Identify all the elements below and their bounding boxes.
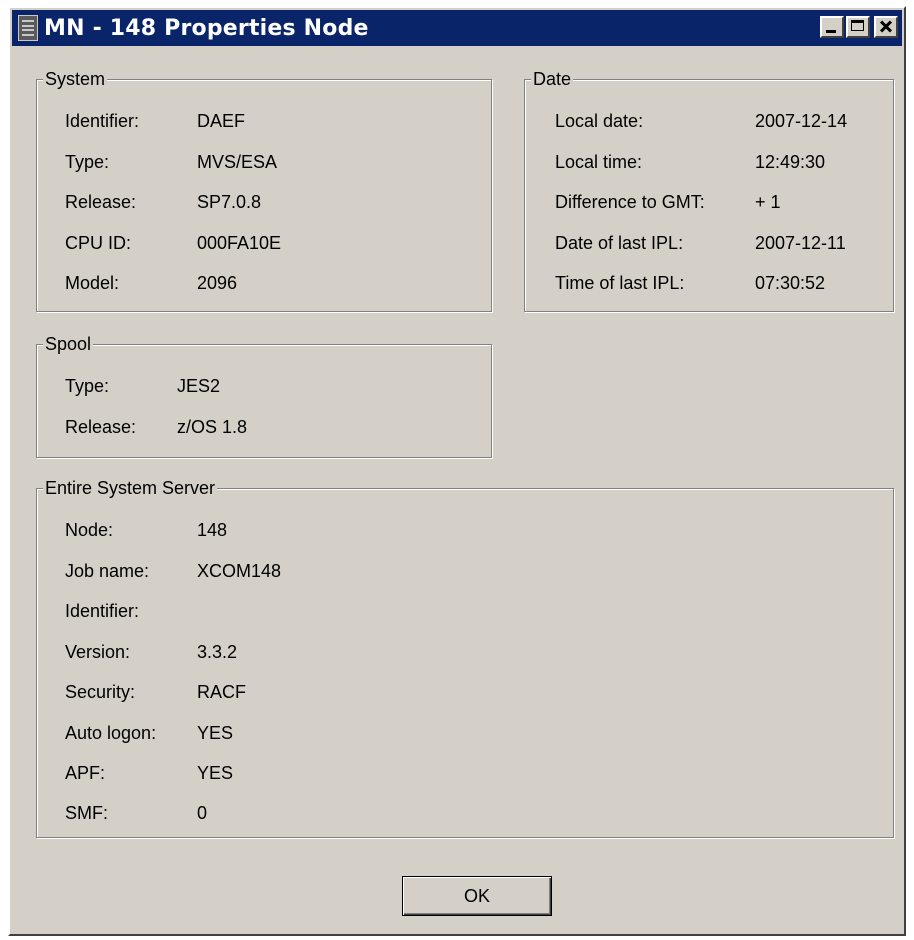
local-time-label: Local time: xyxy=(555,152,643,172)
last-ipl-time-label: Time of last IPL: xyxy=(555,273,685,293)
node-value: 148 xyxy=(197,520,228,540)
spool-type-value: JES2 xyxy=(177,376,221,396)
spool-release-label: Release: xyxy=(65,417,137,437)
server-identifier-label: Identifier: xyxy=(65,601,140,621)
spool-legend: Spool xyxy=(43,334,94,354)
system-type-value: MVS/ESA xyxy=(197,152,278,172)
last-ipl-date-value: 2007-12-11 xyxy=(755,233,846,253)
local-time-value: 12:49:30 xyxy=(755,152,826,172)
properties-dialog: MN - 148 Properties Node System Identifi… xyxy=(8,6,906,936)
maximize-icon[interactable] xyxy=(846,16,870,38)
system-cpu-id-label: CPU ID: xyxy=(65,233,132,253)
security-label: Security: xyxy=(65,682,136,702)
date-legend: Date xyxy=(531,69,574,89)
system-release-value: SP7.0.8 xyxy=(197,192,262,212)
gmt-difference-label: Difference to GMT: xyxy=(555,192,705,212)
system-identifier-label: Identifier: xyxy=(65,111,140,131)
last-ipl-date-label: Date of last IPL: xyxy=(555,233,684,253)
version-label: Version: xyxy=(65,642,131,662)
spool-group: Spool Type: JES2 Release: z/OS 1.8 xyxy=(36,334,492,458)
job-name-value: XCOM148 xyxy=(197,561,282,581)
close-icon[interactable] xyxy=(874,16,898,38)
auto-logon-value: YES xyxy=(197,723,234,743)
local-date-value: 2007-12-14 xyxy=(755,111,848,131)
date-group: Date Local date: 2007-12-14 Local time: … xyxy=(524,69,894,312)
window-controls xyxy=(818,16,898,38)
version-value: 3.3.2 xyxy=(197,642,238,662)
system-type-label: Type: xyxy=(65,152,110,172)
system-model-value: 2096 xyxy=(197,273,238,293)
title-bar[interactable]: MN - 148 Properties Node xyxy=(12,10,902,46)
system-model-label: Model: xyxy=(65,273,120,293)
local-date-label: Local date: xyxy=(555,111,644,131)
spool-release-value: z/OS 1.8 xyxy=(177,417,248,437)
server-legend: Entire System Server xyxy=(43,478,218,498)
node-properties-icon xyxy=(18,15,38,41)
smf-value: 0 xyxy=(197,803,208,823)
system-group: System Identifier: DAEF Type: MVS/ESA Re… xyxy=(36,69,492,312)
spool-type-label: Type: xyxy=(65,376,110,396)
last-ipl-time-value: 07:30:52 xyxy=(755,273,826,293)
ok-button[interactable]: OK xyxy=(402,876,552,916)
system-legend: System xyxy=(43,69,108,89)
minimize-icon[interactable] xyxy=(820,16,844,38)
auto-logon-label: Auto logon: xyxy=(65,723,157,743)
smf-label: SMF: xyxy=(65,803,108,823)
system-release-label: Release: xyxy=(65,192,137,212)
node-label: Node: xyxy=(65,520,114,540)
window-title: MN - 148 Properties Node xyxy=(44,15,369,41)
system-cpu-id-value: 000FA10E xyxy=(197,233,282,253)
system-identifier-value: DAEF xyxy=(197,111,246,131)
job-name-label: Job name: xyxy=(65,561,150,581)
apf-label: APF: xyxy=(65,763,106,783)
server-group: Entire System Server Node: 148 Job name:… xyxy=(36,478,894,838)
security-value: RACF xyxy=(197,682,246,702)
gmt-difference-value: + 1 xyxy=(755,192,781,212)
apf-value: YES xyxy=(197,763,234,783)
